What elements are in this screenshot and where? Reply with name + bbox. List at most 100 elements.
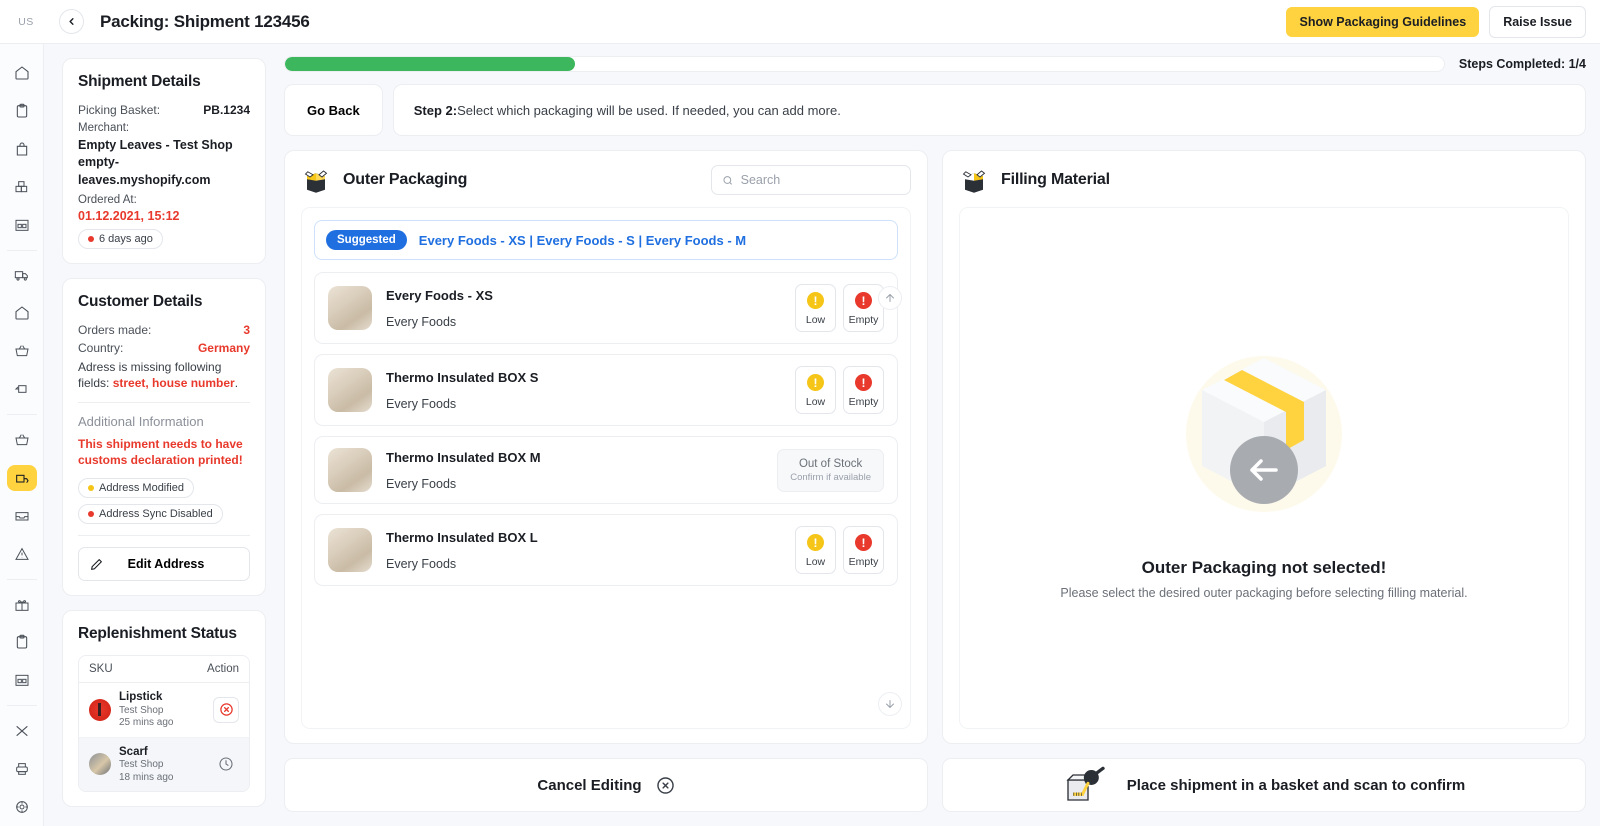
sidebar-divider (6, 705, 37, 707)
report-low-stock-button[interactable]: ! Low (795, 526, 836, 574)
sidebar-item-boxes[interactable] (7, 174, 37, 200)
stock-actions: ! Low ! Empty (795, 366, 884, 414)
sidebar-item-truck[interactable] (7, 262, 37, 288)
warning-icon: ! (807, 534, 824, 551)
step-instruction-banner: Step 2: Select which packaging will be u… (392, 84, 1586, 136)
error-icon: ! (855, 374, 872, 391)
filling-material-title: Filling Material (1001, 171, 1110, 188)
outer-packaging-panel: Outer Packaging Suggested Every Foods - … (284, 150, 928, 744)
sidebar-item-warehouse-2[interactable] (7, 667, 37, 693)
report-empty-stock-button[interactable]: ! Empty (843, 366, 884, 414)
replenishment-table: SKU Action Lipstick Test Shop 25 mins ag… (78, 655, 250, 793)
country-value: Germany (197, 340, 250, 355)
report-low-stock-button[interactable]: ! Low (795, 366, 836, 414)
edit-address-button[interactable]: Edit Address (78, 547, 250, 582)
shuffle-icon (15, 726, 28, 737)
sidebar-item-inbox[interactable] (7, 503, 37, 529)
customs-warning: This shipment needs to have customs decl… (78, 436, 243, 468)
cancel-circle-icon (219, 703, 233, 717)
sidebar-item-basket[interactable] (7, 338, 37, 364)
column-header-sku: SKU (89, 663, 113, 676)
panels: Outer Packaging Suggested Every Foods - … (284, 150, 1586, 744)
outer-packaging-search[interactable] (711, 165, 911, 195)
replenishment-title: Replenishment Status (78, 625, 237, 643)
row-product-name: Scarf (119, 745, 148, 758)
low-label: Low (805, 396, 826, 408)
sidebar-item-bag[interactable] (7, 136, 37, 162)
steps-completed-text: Steps Completed: 1/4 (1458, 57, 1586, 71)
sidebar-item-clipboard[interactable] (7, 98, 37, 124)
list-item[interactable]: Thermo Insulated BOX S Every Foods ! Low… (314, 354, 898, 426)
back-button[interactable] (59, 9, 84, 34)
sidebar-item-shuffle[interactable] (7, 718, 37, 744)
show-packaging-guidelines-button[interactable]: Show Packaging Guidelines (1286, 6, 1480, 37)
list-item[interactable]: Thermo Insulated BOX L Every Foods ! Low… (314, 514, 898, 586)
cancel-replenishment-button[interactable] (213, 696, 239, 723)
row-product-name: Lipstick (119, 691, 163, 704)
progress-row: Steps Completed: 1/4 (284, 56, 1586, 72)
out-of-stock-label: Out of Stock (798, 457, 863, 470)
scroll-down-button[interactable] (878, 692, 902, 716)
replenishment-table-header: SKU Action (79, 656, 249, 684)
ordered-ago-text: 6 days ago (99, 232, 153, 245)
sidebar-item-return[interactable] (7, 376, 37, 402)
sidebar-item-printer[interactable] (7, 756, 37, 782)
warehouse-icon (15, 675, 28, 687)
cancel-editing-button[interactable]: Cancel Editing (284, 758, 928, 812)
report-empty-stock-button[interactable]: ! Empty (843, 284, 884, 332)
raise-issue-button[interactable]: Raise Issue (1489, 5, 1586, 38)
clock-icon (219, 757, 233, 771)
sidebar-item-settings[interactable] (7, 794, 37, 820)
sidebar-item-warehouse[interactable] (7, 212, 37, 238)
outer-packaging-header: Outer Packaging (301, 165, 911, 195)
country-row: Country: Germany (78, 341, 250, 355)
suggested-items-links[interactable]: Every Foods - XS | Every Foods - S | Eve… (419, 233, 746, 248)
confirm-scan-button[interactable]: Place shipment in a basket and scan to c… (942, 758, 1586, 812)
step-label: Step 2: (413, 102, 458, 118)
replenishment-status-card: Replenishment Status SKU Action Lipstick… (62, 610, 266, 808)
sidebar-item-alert[interactable] (7, 541, 37, 567)
scroll-up-button[interactable] (878, 286, 902, 310)
packaging-thumbnail (328, 286, 372, 330)
list-item[interactable]: Thermo Insulated BOX M Every Foods Out o… (314, 436, 898, 504)
search-input[interactable] (740, 173, 900, 187)
truck-icon (14, 271, 28, 281)
report-low-stock-button[interactable]: ! Low (795, 284, 836, 332)
suggested-badge: Suggested (326, 230, 407, 250)
list-item[interactable]: Every Foods - XS Every Foods ! Low ! Emp… (314, 272, 898, 344)
box-with-left-arrow-illustration (1186, 355, 1342, 512)
sidebar-item-home[interactable] (7, 60, 37, 86)
top-bar-actions: Show Packaging Guidelines Raise Issue (1286, 5, 1600, 38)
empty-label: Empty (848, 556, 879, 568)
orders-made-value: 3 (243, 322, 250, 337)
divider (78, 401, 250, 403)
printer-icon (15, 763, 28, 775)
confirm-scan-label: Place shipment in a basket and scan to c… (1126, 776, 1466, 794)
step-row: Go Back Step 2: Select which packaging w… (284, 84, 1586, 136)
suggested-bar[interactable]: Suggested Every Foods - XS | Every Foods… (314, 220, 898, 260)
sidebar-divider (6, 249, 37, 251)
sidebar (0, 44, 44, 826)
empty-state-title: Outer Packaging not selected! (1141, 557, 1387, 577)
go-back-button[interactable]: Go Back (284, 84, 383, 136)
orders-made-label: Orders made: (78, 322, 152, 337)
out-of-stock-button[interactable]: Out of Stock Confirm if available (777, 448, 884, 492)
product-thumbnail (89, 698, 111, 721)
arrow-up-icon (886, 294, 894, 302)
boxes-icon (14, 180, 27, 192)
pending-replenishment-indicator[interactable] (213, 751, 239, 777)
sidebar-item-clipboard-2[interactable] (7, 629, 37, 655)
sidebar-item-packing[interactable] (6, 464, 37, 491)
sidebar-item-home-2[interactable] (7, 300, 37, 326)
additional-information-title: Additional Information (78, 413, 204, 429)
address-missing-suffix: . (234, 375, 239, 390)
sidebar-item-gift[interactable] (7, 592, 37, 618)
table-row[interactable]: Scarf Test Shop 18 mins ago (79, 737, 249, 792)
report-empty-stock-button[interactable]: ! Empty (843, 526, 884, 574)
row-shop: Test Shop (119, 759, 164, 771)
packaging-info: Thermo Insulated BOX M Every Foods (386, 450, 763, 491)
status-badge-address-sync-disabled: Address Sync Disabled (78, 504, 223, 525)
table-row[interactable]: Lipstick Test Shop 25 mins ago (79, 683, 249, 738)
address-tags: Address Modified Address Sync Disabled (78, 472, 250, 525)
sidebar-item-basket-2[interactable] (7, 427, 37, 453)
